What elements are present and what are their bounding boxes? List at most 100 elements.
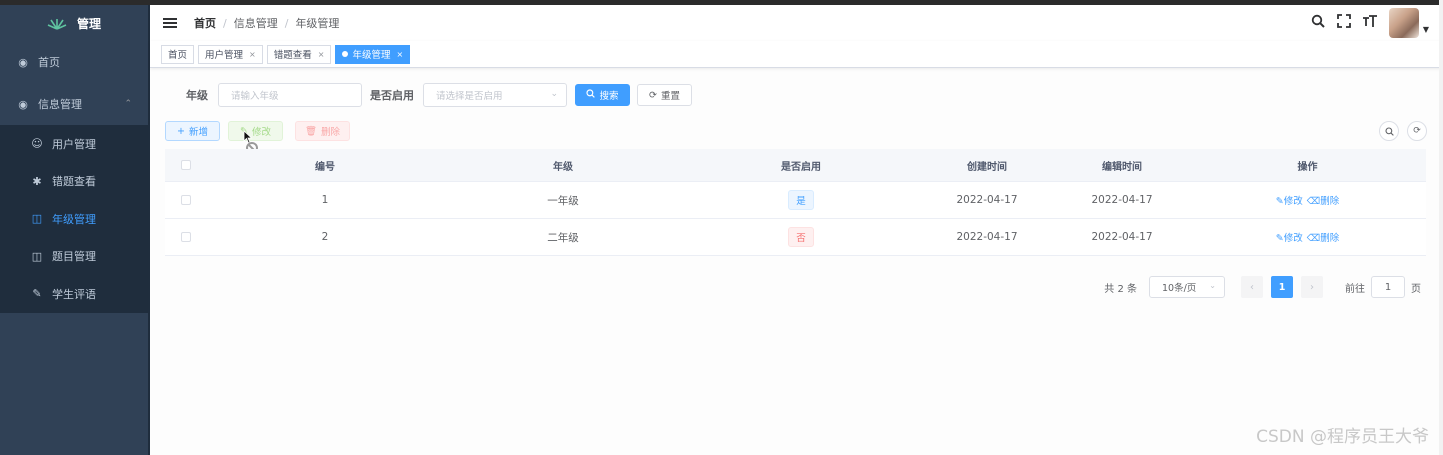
row-checkbox[interactable] [181, 232, 191, 242]
grade-input[interactable]: 请输入年级 [218, 83, 362, 107]
row-delete-link[interactable]: ⌫删除 [1307, 230, 1339, 244]
refresh-icon: ⟳ [1413, 126, 1421, 136]
next-page-button[interactable]: › [1301, 276, 1323, 298]
fullscreen-icon[interactable] [1331, 14, 1357, 32]
goto-page-input[interactable]: 1 [1371, 276, 1405, 298]
search-button[interactable]: 搜索 [575, 84, 630, 106]
logo[interactable]: 管理 [0, 5, 148, 41]
navbar-right: ▼ [1305, 5, 1443, 41]
close-icon[interactable]: × [396, 50, 403, 59]
status-badge: 否 [788, 227, 814, 247]
plus-icon: + [177, 125, 185, 137]
book-icon: ◫ [31, 249, 43, 263]
sidebar: 管理 ◉ 首页 ◉ 信息管理 ⌃ ☺ 用户管理 ✱ 错题查看 ◫ 年级管理 ◫ … [0, 5, 150, 455]
column-header: 编号 [315, 161, 335, 173]
goto-suffix: 页 [1411, 283, 1421, 295]
add-button[interactable]: + 新增 [165, 121, 220, 141]
breadcrumb: 首页 / 信息管理 / 年级管理 [194, 15, 339, 31]
caret-down-icon[interactable]: ▼ [1423, 25, 1429, 34]
cell-id: 2 [321, 231, 329, 243]
row-edit-label: 修改 [1283, 196, 1303, 207]
bug-icon: ✱ [32, 174, 42, 188]
table-row: 1 一年级 是 2022-04-17 2022-04-17 ✎修改 ⌫删除 [165, 182, 1426, 219]
watermark: CSDN @程序员王大爷 [1256, 427, 1429, 447]
search-form: 年级 请输入年级 是否启用 请选择是否启用 ⌄ 搜索 ⟳ 重置 [186, 83, 692, 107]
sidebar-item-wrong-questions[interactable]: ✱ 错题查看 [0, 163, 148, 201]
font-size-icon[interactable] [1357, 14, 1383, 32]
reset-button[interactable]: ⟳ 重置 [637, 84, 692, 106]
main-content: 年级 请输入年级 是否启用 请选择是否启用 ⌄ 搜索 ⟳ 重置 + 新增 ✎ 修… [150, 69, 1443, 455]
search-icon [586, 89, 596, 101]
chevron-up-icon: ⌃ [124, 99, 132, 109]
row-edit-link[interactable]: ✎修改 [1276, 193, 1303, 207]
select-all-cell [165, 160, 207, 170]
dashboard-icon: ◉ [18, 97, 28, 111]
enabled-select-placeholder: 请选择是否启用 [436, 91, 503, 102]
chevron-down-icon: ⌄ [550, 89, 558, 99]
prev-page-button[interactable]: ‹ [1241, 276, 1263, 298]
tag-user-management[interactable]: 用户管理 × [198, 44, 263, 64]
tag-grade-management[interactable]: 年级管理 × [335, 44, 411, 64]
window-right-edge [1439, 0, 1443, 455]
sidebar-item-grade-management[interactable]: ◫ 年级管理 [0, 200, 148, 238]
cell-id: 1 [321, 194, 329, 206]
avatar[interactable] [1388, 8, 1419, 38]
sidebar-item-label: 题目管理 [52, 250, 96, 264]
column-header: 操作 [1297, 161, 1318, 173]
tag-label: 错题查看 [273, 50, 312, 61]
row-delete-label: 删除 [1320, 233, 1340, 244]
delete-button[interactable]: 🗑 删除 [295, 121, 350, 141]
table-header: 编号 年级 是否启用 创建时间 编辑时间 操作 [165, 149, 1426, 182]
grade-table: 编号 年级 是否启用 创建时间 编辑时间 操作 1 一年级 是 2022-04-… [165, 149, 1426, 256]
chevron-down-icon: ⌄ [1209, 281, 1216, 290]
breadcrumb-separator: / [284, 16, 289, 30]
cell-created: 2022-04-17 [956, 231, 1018, 243]
cell-created: 2022-04-17 [956, 194, 1018, 206]
active-dot-icon [342, 51, 349, 57]
enabled-select[interactable]: 请选择是否启用 ⌄ [423, 83, 567, 107]
tag-wrong-questions[interactable]: 错题查看 × [266, 44, 332, 64]
grade-input-placeholder: 请输入年级 [231, 91, 279, 102]
user-icon: ☺ [31, 137, 43, 151]
sidebar-item-student-comments[interactable]: ✎ 学生评语 [0, 275, 148, 313]
trash-icon: 🗑 [304, 125, 318, 137]
sidebar-item-info-management[interactable]: ◉ 信息管理 ⌃ [0, 83, 148, 125]
page-size-select[interactable]: 10条/页 ⌄ [1149, 276, 1225, 298]
refresh-icon: ⟳ [649, 89, 657, 101]
sidebar-item-question-management[interactable]: ◫ 题目管理 [0, 238, 148, 276]
page-number-current[interactable]: 1 [1271, 276, 1293, 298]
cell-actions: ✎修改 ⌫删除 [1189, 230, 1426, 244]
table-row: 2 二年级 否 2022-04-17 2022-04-17 ✎修改 ⌫删除 [165, 219, 1426, 256]
search-icon [1384, 126, 1394, 136]
hamburger-icon[interactable] [163, 16, 177, 30]
row-checkbox[interactable] [181, 195, 191, 205]
column-header: 是否启用 [781, 161, 821, 173]
sidebar-item-home[interactable]: ◉ 首页 [0, 41, 148, 83]
sidebar-item-user-management[interactable]: ☺ 用户管理 [0, 125, 148, 163]
tag-home[interactable]: 首页 [161, 44, 195, 64]
search-icon[interactable] [1305, 14, 1331, 32]
close-icon[interactable]: × [249, 50, 256, 59]
breadcrumb-item: 年级管理 [295, 17, 340, 30]
row-delete-label: 删除 [1320, 196, 1340, 207]
breadcrumb-item[interactable]: 首页 [194, 15, 216, 31]
row-delete-link[interactable]: ⌫删除 [1307, 193, 1339, 207]
navbar: 首页 / 信息管理 / 年级管理 ▼ [150, 5, 1443, 41]
submenu: ☺ 用户管理 ✱ 错题查看 ◫ 年级管理 ◫ 题目管理 ✎ 学生评语 [0, 125, 148, 313]
tag-label: 首页 [168, 50, 188, 61]
cell-updated: 2022-04-17 [1091, 231, 1153, 243]
breadcrumb-separator: / [223, 16, 227, 30]
pagination-total: 共 2 条 [1104, 283, 1137, 295]
toggle-search-button[interactable] [1379, 121, 1399, 141]
cell-enabled: 否 [683, 227, 919, 247]
cell-updated: 2022-04-17 [1091, 194, 1153, 206]
leaf-logo-icon [47, 19, 67, 30]
cell-actions: ✎修改 ⌫删除 [1189, 193, 1426, 207]
logo-text: 管理 [76, 16, 101, 31]
search-button-label: 搜索 [599, 91, 619, 102]
close-icon[interactable]: × [318, 50, 325, 59]
select-all-checkbox[interactable] [181, 160, 191, 170]
breadcrumb-item[interactable]: 信息管理 [234, 15, 278, 31]
refresh-button[interactable]: ⟳ [1407, 121, 1427, 141]
row-edit-link[interactable]: ✎修改 [1276, 230, 1303, 244]
